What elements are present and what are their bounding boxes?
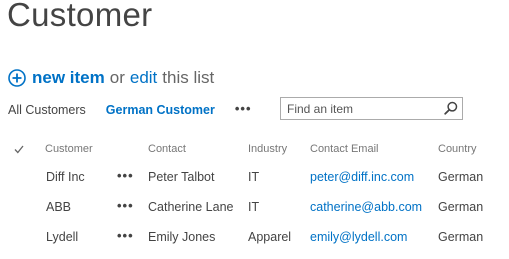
checkmark-icon[interactable] [14, 145, 24, 154]
table-row[interactable]: Diff Inc ••• Peter Talbot IT peter@diff.… [0, 162, 509, 192]
column-header-customer-label: Customer [45, 143, 93, 155]
column-header-industry-label: Industry [248, 143, 288, 155]
contact-email-cell: emily@lydell.com [310, 222, 438, 252]
contact-email-link[interactable]: emily@lydell.com [310, 230, 407, 244]
row-menu-button[interactable]: ••• [117, 228, 134, 246]
plus-circle-icon[interactable] [8, 69, 26, 87]
industry: Apparel [248, 230, 292, 244]
column-header-contact-email[interactable]: Contact Email [310, 136, 438, 162]
column-header-country[interactable]: Country [438, 136, 509, 162]
contact-email-cell: catherine@abb.com [310, 192, 438, 222]
table-row[interactable]: Lydell ••• Emily Jones Apparel emily@lyd… [0, 222, 509, 252]
row-select-cell[interactable] [0, 162, 45, 192]
row-menu-button[interactable]: ••• [117, 168, 134, 186]
search-box [280, 97, 463, 120]
row-menu-cell: ••• [117, 192, 148, 222]
column-header-menu [117, 136, 148, 162]
column-header-industry[interactable]: Industry [248, 136, 310, 162]
or-text: or [109, 68, 125, 87]
more-views-button[interactable]: ••• [235, 102, 252, 119]
customer-name[interactable]: ABB [45, 192, 117, 222]
contact-email-link[interactable]: peter@diff.inc.com [310, 170, 414, 184]
command-bar: new item or edit this list [8, 66, 214, 90]
industry: IT [248, 170, 260, 184]
column-header-country-label: Country [438, 143, 477, 155]
industry: IT [248, 200, 260, 214]
table-row[interactable]: ABB ••• Catherine Lane IT catherine@abb.… [0, 192, 509, 222]
country: German [438, 230, 484, 244]
country: German [438, 200, 484, 214]
view-selector: All Customers German Customer ••• [8, 100, 252, 120]
view-all-customers[interactable]: All Customers [8, 103, 86, 117]
contact-name: Emily Jones [148, 230, 216, 244]
row-select-cell[interactable] [0, 192, 45, 222]
customer-list-table: Customer Contact Industry Contact Email … [0, 136, 509, 252]
table-header-row: Customer Contact Industry Contact Email … [0, 136, 509, 162]
contact-name: Peter Talbot [148, 170, 215, 184]
row-menu-cell: ••• [117, 222, 148, 252]
row-select-cell[interactable] [0, 222, 45, 252]
country: German [438, 170, 484, 184]
search-icon[interactable] [444, 101, 458, 115]
view-german-customer[interactable]: German Customer [106, 103, 215, 117]
customer-name[interactable]: Diff Inc [45, 162, 117, 192]
customer-name[interactable]: Lydell [45, 222, 117, 252]
page-title: Customer [7, 0, 153, 33]
row-menu-cell: ••• [117, 162, 148, 192]
column-header-contact-email-label: Contact Email [310, 143, 379, 155]
this-list-text: this list [162, 68, 215, 87]
contact-name: Catherine Lane [148, 200, 234, 214]
edit-list-link[interactable]: edit [130, 68, 157, 88]
select-all-header[interactable] [0, 136, 45, 162]
contact-email-cell: peter@diff.inc.com [310, 162, 438, 192]
column-header-customer[interactable]: Customer [45, 136, 117, 162]
column-header-contact-label: Contact [148, 143, 186, 155]
search-input[interactable] [281, 98, 441, 119]
row-menu-button[interactable]: ••• [117, 198, 134, 216]
column-header-contact[interactable]: Contact [148, 136, 248, 162]
new-item-link[interactable]: new item [32, 68, 105, 88]
contact-email-link[interactable]: catherine@abb.com [310, 200, 422, 214]
